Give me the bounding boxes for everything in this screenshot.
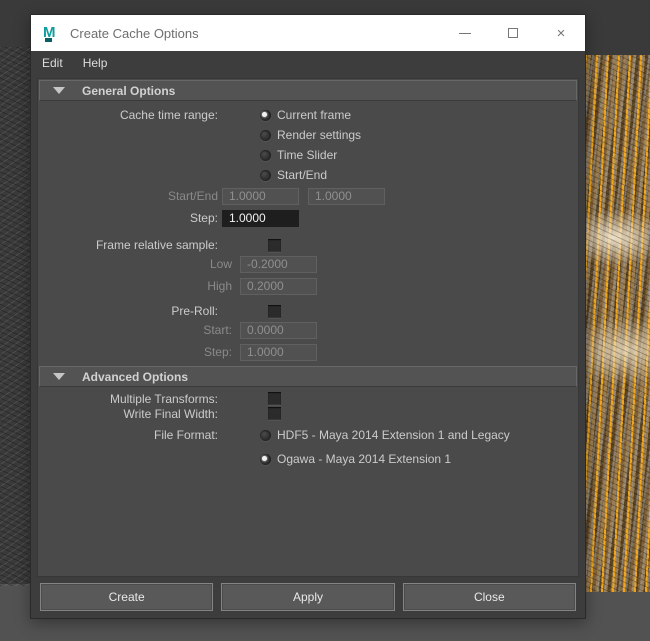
close-button[interactable]: ×	[537, 15, 585, 51]
window-title: Create Cache Options	[70, 25, 199, 41]
create-button[interactable]: Create	[40, 583, 214, 611]
radio-render-settings[interactable]	[260, 129, 271, 141]
render-texture-right	[585, 55, 650, 592]
menu-help[interactable]: Help	[73, 53, 118, 73]
frame-relative-sample-label: Frame relative sample:	[95, 238, 218, 252]
section-title: Advanced Options	[82, 369, 189, 384]
pre-roll-step-label: Step:	[203, 345, 232, 359]
step-field[interactable]	[222, 209, 299, 227]
cache-time-range-label: Cache time range:	[119, 108, 218, 122]
pre-roll-label: Pre-Roll:	[171, 304, 218, 318]
pre-roll-step-field[interactable]	[240, 343, 317, 361]
create-cache-options-window: M Create Cache Options × Edit Help Gener…	[30, 14, 586, 619]
general-options-header[interactable]: General Options	[39, 80, 577, 101]
pre-roll-checkbox[interactable]	[268, 304, 281, 318]
file-format-label: File Format:	[153, 428, 218, 442]
advanced-options-header[interactable]: Advanced Options	[39, 366, 577, 387]
maximize-button[interactable]	[489, 15, 537, 51]
maximize-icon	[508, 28, 518, 38]
minimize-button[interactable]	[441, 15, 489, 51]
radio-current-frame-label[interactable]: Current frame	[277, 108, 351, 122]
titlebar[interactable]: M Create Cache Options ×	[31, 15, 585, 51]
high-label: High	[207, 279, 232, 293]
radio-hdf5-label[interactable]: HDF5 - Maya 2014 Extension 1 and Legacy	[277, 428, 510, 442]
radio-current-frame[interactable]	[260, 109, 271, 121]
radio-time-slider-label[interactable]: Time Slider	[277, 148, 337, 162]
radio-start-end[interactable]	[260, 169, 271, 181]
frame-relative-sample-checkbox[interactable]	[268, 238, 281, 252]
pre-roll-start-label: Start:	[203, 323, 232, 337]
radio-time-slider[interactable]	[260, 149, 271, 161]
low-label: Low	[209, 257, 232, 271]
menubar: Edit Help	[31, 51, 585, 74]
menu-edit[interactable]: Edit	[32, 53, 73, 73]
step-label: Step:	[189, 211, 218, 225]
start-field[interactable]	[222, 187, 299, 205]
radio-hdf5[interactable]	[260, 429, 271, 441]
low-field[interactable]	[240, 255, 317, 273]
close-icon: ×	[556, 24, 566, 42]
options-form: General Options Cache time range: Curren…	[37, 78, 579, 577]
high-field[interactable]	[240, 277, 317, 295]
end-field[interactable]	[308, 187, 385, 205]
radio-start-end-label[interactable]: Start/End	[277, 168, 327, 182]
multiple-transforms-checkbox[interactable]	[268, 392, 281, 405]
start-end-label: Start/End	[167, 189, 218, 203]
maya-logo-icon: M	[43, 23, 56, 42]
minimize-icon	[459, 32, 471, 34]
write-final-width-label: Write Final Width:	[123, 406, 218, 421]
apply-button[interactable]: Apply	[221, 583, 395, 611]
dialog-footer: Create Apply Close	[40, 583, 576, 611]
collapse-triangle-icon	[53, 373, 65, 380]
window-controls: ×	[441, 15, 585, 51]
radio-ogawa-label[interactable]: Ogawa - Maya 2014 Extension 1	[277, 452, 451, 466]
radio-render-settings-label[interactable]: Render settings	[277, 128, 361, 142]
section-title: General Options	[82, 83, 176, 98]
radio-ogawa[interactable]	[260, 453, 271, 465]
pre-roll-start-field[interactable]	[240, 321, 317, 339]
multiple-transforms-label: Multiple Transforms:	[109, 391, 218, 406]
close-action-button[interactable]: Close	[402, 583, 576, 611]
collapse-triangle-icon	[53, 87, 65, 94]
write-final-width-checkbox[interactable]	[268, 407, 281, 420]
